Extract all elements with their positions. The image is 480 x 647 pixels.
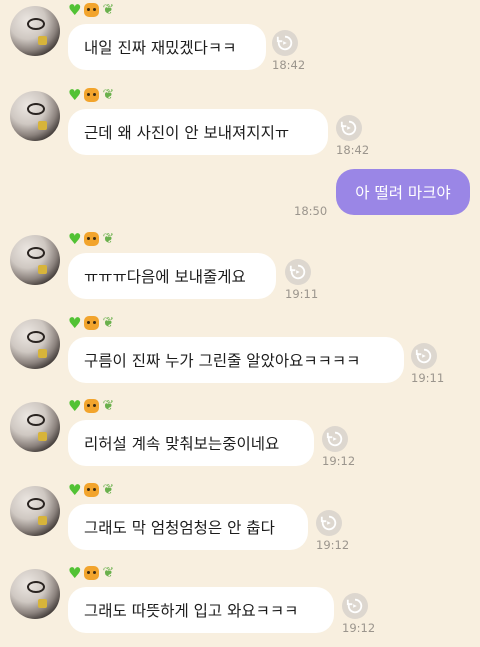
- incoming-message: ♥ ❦ 내일 진짜 재밌겠다ㅋㅋ 18:42: [0, 0, 480, 76]
- green-heart-icon: ♥: [68, 564, 82, 582]
- replay-icon[interactable]: [342, 593, 368, 619]
- incoming-message: ♥ ❦ 구름이 진짜 누가 그린줄 알았아요ㅋㅋㅋㅋ 19:11: [0, 313, 480, 389]
- emoji-badges: ♥ ❦: [68, 0, 114, 20]
- replay-icon[interactable]: [411, 343, 437, 369]
- emoji-badges: ♥ ❦: [68, 396, 114, 416]
- seedling-icon: ❦: [102, 231, 115, 247]
- seedling-icon: ❦: [102, 87, 115, 103]
- emoji-badges: ♥ ❦: [68, 313, 114, 333]
- incoming-message: ♥ ❦ ㅠㅠㅠ다음에 보내줄게요 19:11: [0, 229, 480, 305]
- message-bubble[interactable]: 그래도 막 엄청엄청은 안 춥다: [68, 504, 308, 550]
- green-heart-icon: ♥: [68, 397, 82, 415]
- message-bubble[interactable]: 구름이 진짜 누가 그린줄 알았아요ㅋㅋㅋㅋ: [68, 337, 404, 383]
- tiger-icon: [84, 3, 100, 17]
- seedling-icon: ❦: [102, 482, 115, 498]
- incoming-message: ♥ ❦ 그래도 따뜻하게 입고 와요ㅋㅋㅋ 19:12: [0, 563, 480, 643]
- timestamp: 19:12: [322, 454, 356, 468]
- chat-view: ♥ ❦ 내일 진짜 재밌겠다ㅋㅋ 18:42 ♥ ❦ 근데 왜 사진이 안 보내…: [0, 0, 480, 647]
- replay-icon[interactable]: [322, 426, 348, 452]
- message-bubble[interactable]: 근데 왜 사진이 안 보내져지지ㅠ: [68, 109, 328, 155]
- green-heart-icon: ♥: [68, 314, 82, 332]
- seedling-icon: ❦: [102, 2, 115, 18]
- outgoing-message-bubble[interactable]: 아 떨려 마크야: [336, 169, 470, 215]
- tiger-icon: [84, 232, 100, 246]
- timestamp: 18:50: [294, 204, 328, 218]
- incoming-message: ♥ ❦ 리허설 계속 맞춰보는중이네요 19:12: [0, 396, 480, 472]
- tiger-icon: [84, 483, 100, 497]
- timestamp: 18:42: [272, 58, 306, 72]
- seedling-icon: ❦: [102, 565, 115, 581]
- tiger-icon: [84, 566, 100, 580]
- incoming-message: ♥ ❦ 그래도 막 엄청엄청은 안 춥다 19:12: [0, 480, 480, 556]
- seedling-icon: ❦: [102, 398, 115, 414]
- green-heart-icon: ♥: [68, 481, 82, 499]
- replay-icon[interactable]: [336, 115, 362, 141]
- avatar[interactable]: [10, 235, 60, 285]
- avatar[interactable]: [10, 569, 60, 619]
- replay-icon[interactable]: [272, 30, 298, 56]
- timestamp: 19:11: [411, 371, 445, 385]
- timestamp: 19:12: [342, 621, 376, 635]
- message-bubble[interactable]: 그래도 따뜻하게 입고 와요ㅋㅋㅋ: [68, 587, 334, 633]
- timestamp: 19:12: [316, 538, 350, 552]
- tiger-icon: [84, 399, 100, 413]
- message-bubble[interactable]: 리허설 계속 맞춰보는중이네요: [68, 420, 314, 466]
- message-bubble[interactable]: 내일 진짜 재밌겠다ㅋㅋ: [68, 24, 266, 70]
- message-bubble[interactable]: ㅠㅠㅠ다음에 보내줄게요: [68, 253, 276, 299]
- green-heart-icon: ♥: [68, 86, 82, 104]
- emoji-badges: ♥ ❦: [68, 229, 114, 249]
- tiger-icon: [84, 316, 100, 330]
- replay-icon[interactable]: [285, 259, 311, 285]
- tiger-icon: [84, 88, 100, 102]
- green-heart-icon: ♥: [68, 230, 82, 248]
- avatar[interactable]: [10, 319, 60, 369]
- avatar[interactable]: [10, 402, 60, 452]
- emoji-badges: ♥ ❦: [68, 563, 114, 583]
- avatar[interactable]: [10, 91, 60, 141]
- seedling-icon: ❦: [102, 315, 115, 331]
- avatar[interactable]: [10, 6, 60, 56]
- avatar[interactable]: [10, 486, 60, 536]
- timestamp: 18:42: [336, 143, 370, 157]
- incoming-message: ♥ ❦ 근데 왜 사진이 안 보내져지지ㅠ 18:42: [0, 85, 480, 161]
- emoji-badges: ♥ ❦: [68, 85, 114, 105]
- green-heart-icon: ♥: [68, 1, 82, 19]
- replay-icon[interactable]: [316, 510, 342, 536]
- timestamp: 19:11: [285, 287, 319, 301]
- emoji-badges: ♥ ❦: [68, 480, 114, 500]
